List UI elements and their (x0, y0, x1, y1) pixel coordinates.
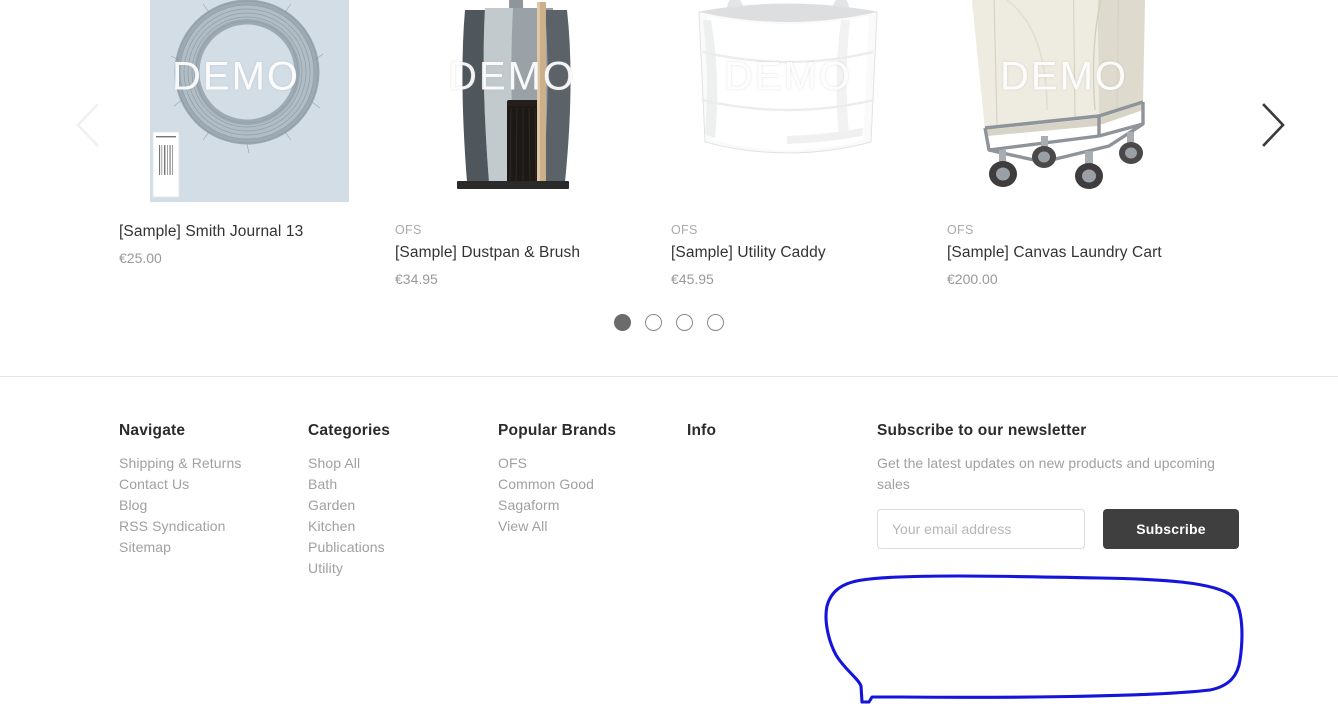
chevron-right-icon (1262, 103, 1285, 147)
newsletter-subscribe-button[interactable]: Subscribe (1103, 509, 1239, 549)
footer-link-bath[interactable]: Bath (308, 474, 498, 495)
footer-column-info: Info (687, 420, 877, 579)
product-card[interactable]: DEMO OFS [Sample] Utility Caddy €45.95 (671, 0, 947, 300)
dustpan-and-brush-image (395, 0, 629, 213)
footer-link-shop-all[interactable]: Shop All (308, 453, 498, 474)
footer-link-garden[interactable]: Garden (308, 495, 498, 516)
white-utility-caddy-image (671, 0, 905, 213)
product-brand[interactable]: OFS (947, 221, 1223, 239)
footer-link-sitemap[interactable]: Sitemap (119, 537, 308, 558)
footer-link-rss-syndication[interactable]: RSS Syndication (119, 516, 308, 537)
product-image[interactable]: DEMO (119, 0, 353, 213)
footer-heading-popular-brands: Popular Brands (498, 422, 617, 439)
footer-column-navigate: Navigate Shipping & Returns Contact Us B… (119, 420, 308, 579)
carousel-dot-1[interactable] (614, 314, 631, 331)
footer-columns: Navigate Shipping & Returns Contact Us B… (119, 420, 1239, 579)
newsletter-form: Subscribe (877, 509, 1239, 549)
product-carousel: DEMO [Sample] Smith Journal 13 €25.00 DE… (0, 0, 1338, 377)
footer-column-categories: Categories Shop All Bath Garden Kitchen … (308, 420, 498, 579)
carousel-next-button[interactable] (1243, 95, 1303, 155)
magazine-cover-wire-coil-image (119, 0, 353, 213)
footer-link-shipping-returns[interactable]: Shipping & Returns (119, 453, 308, 474)
carousel-product-list: DEMO [Sample] Smith Journal 13 €25.00 DE… (119, 0, 1223, 300)
footer-column-newsletter: Subscribe to our newsletter Get the late… (877, 420, 1239, 579)
product-name[interactable]: [Sample] Canvas Laundry Cart (947, 242, 1223, 264)
site-footer: Navigate Shipping & Returns Contact Us B… (0, 377, 1338, 704)
product-image[interactable]: DEMO (671, 0, 905, 213)
product-card[interactable]: DEMO [Sample] Smith Journal 13 €25.00 (119, 0, 395, 300)
product-brand[interactable]: OFS (671, 221, 947, 239)
product-name[interactable]: [Sample] Utility Caddy (671, 242, 947, 264)
footer-link-blog[interactable]: Blog (119, 495, 308, 516)
product-price: €34.95 (395, 271, 438, 287)
product-meta: OFS [Sample] Utility Caddy €45.95 (671, 213, 947, 289)
footer-column-popular-brands: Popular Brands OFS Common Good Sagaform … (498, 420, 687, 579)
product-name[interactable]: [Sample] Dustpan & Brush (395, 242, 671, 264)
product-image[interactable]: DEMO (947, 0, 1181, 213)
footer-link-publications[interactable]: Publications (308, 537, 498, 558)
canvas-laundry-cart-image (947, 0, 1181, 213)
footer-heading-info: Info (687, 422, 717, 439)
newsletter-email-input[interactable] (877, 509, 1085, 549)
product-price: €25.00 (119, 250, 162, 266)
footer-link-contact-us[interactable]: Contact Us (119, 474, 308, 495)
product-meta: OFS [Sample] Canvas Laundry Cart €200.00 (947, 213, 1223, 289)
footer-link-common-good[interactable]: Common Good (498, 474, 687, 495)
newsletter-description: Get the latest updates on new products a… (877, 455, 1215, 492)
carousel-dot-2[interactable] (645, 314, 662, 331)
product-brand[interactable]: OFS (395, 221, 671, 239)
product-card[interactable]: DEMO OFS [Sample] Dustpan & Brush €34.95 (395, 0, 671, 300)
footer-heading-categories: Categories (308, 422, 391, 439)
product-card[interactable]: DEMO OFS [Sample] Canvas Laundry Cart €2… (947, 0, 1223, 300)
carousel-dot-3[interactable] (676, 314, 693, 331)
footer-link-ofs[interactable]: OFS (498, 453, 687, 474)
storefront-page: DEMO [Sample] Smith Journal 13 €25.00 DE… (0, 0, 1338, 704)
footer-heading-newsletter: Subscribe to our newsletter (877, 422, 1087, 439)
product-meta: OFS [Sample] Dustpan & Brush €34.95 (395, 213, 671, 289)
carousel-dot-4[interactable] (707, 314, 724, 331)
chevron-left-icon (76, 103, 99, 147)
footer-link-sagaform[interactable]: Sagaform (498, 495, 687, 516)
product-meta: [Sample] Smith Journal 13 €25.00 (119, 213, 395, 268)
product-name[interactable]: [Sample] Smith Journal 13 (119, 221, 395, 243)
footer-link-kitchen[interactable]: Kitchen (308, 516, 498, 537)
product-image[interactable]: DEMO (395, 0, 629, 213)
footer-heading-navigate: Navigate (119, 422, 186, 439)
product-price: €200.00 (947, 271, 998, 287)
carousel-pagination (0, 314, 1338, 331)
product-price: €45.95 (671, 271, 714, 287)
footer-link-utility[interactable]: Utility (308, 558, 498, 579)
footer-link-view-all[interactable]: View All (498, 516, 687, 537)
carousel-prev-button[interactable] (58, 95, 118, 155)
